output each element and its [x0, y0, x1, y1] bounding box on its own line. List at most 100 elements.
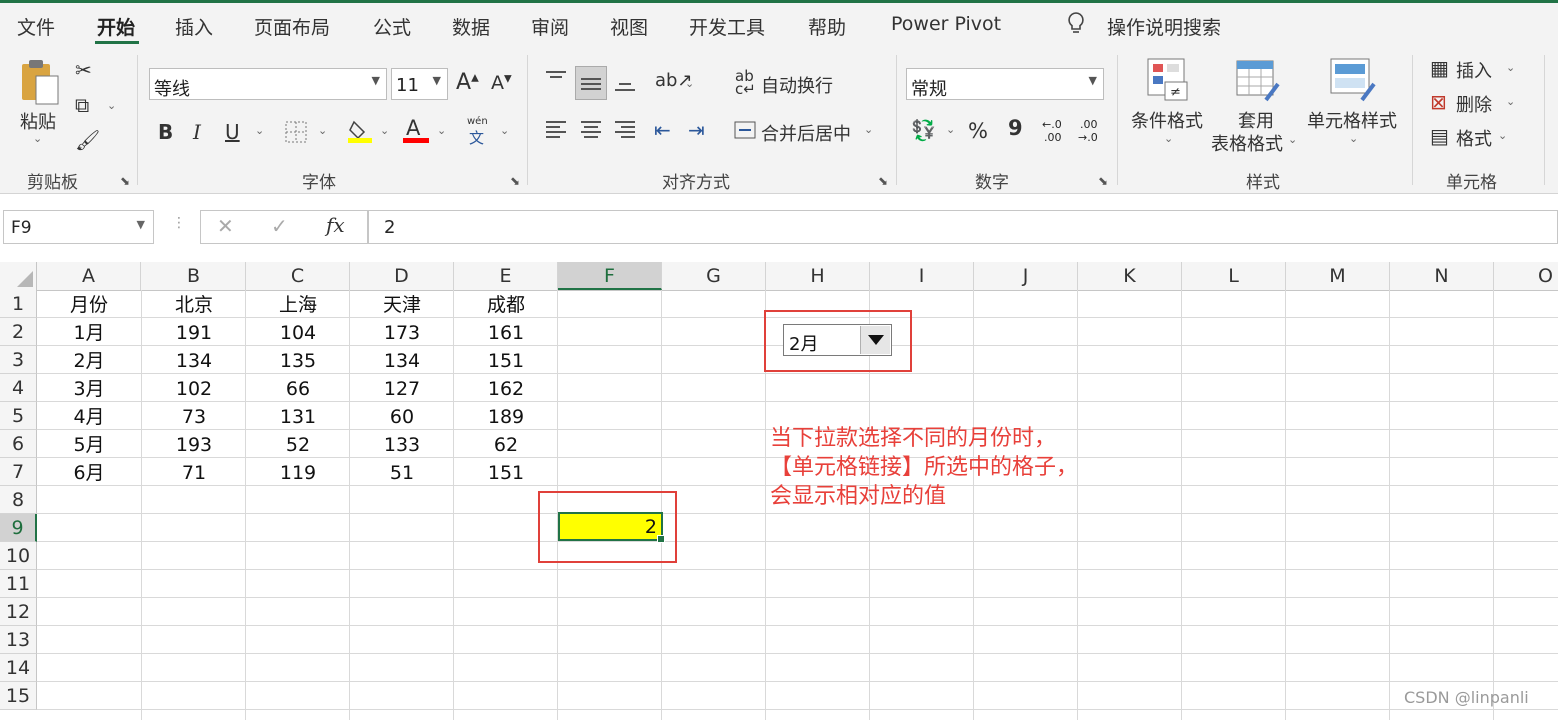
copy-icon[interactable]: ⧉ — [75, 95, 89, 115]
borders-icon[interactable] — [285, 121, 307, 146]
paste-chevron-down-icon[interactable]: ⌄ — [33, 133, 42, 144]
row-header[interactable]: 1 — [0, 290, 37, 318]
cut-icon[interactable]: ✂ — [75, 60, 92, 80]
tab-formulas[interactable]: 公式 — [373, 13, 411, 40]
table-cell[interactable]: 104 — [246, 318, 350, 346]
row-header[interactable]: 4 — [0, 374, 37, 402]
paste-icon[interactable] — [18, 58, 60, 109]
clipboard-launcher-icon[interactable]: ⬊ — [120, 174, 130, 188]
row-header[interactable]: 11 — [0, 570, 37, 598]
font-launcher-icon[interactable]: ⬊ — [510, 174, 520, 188]
insert-function-icon[interactable]: fx — [326, 215, 345, 235]
italic-button[interactable]: I — [193, 120, 201, 144]
row-header[interactable]: 8 — [0, 486, 37, 514]
currency-chevron-down-icon[interactable]: ⌄ — [946, 124, 955, 135]
column-header[interactable]: H — [766, 262, 870, 290]
format-cells-button[interactable]: 格式 — [1456, 125, 1492, 151]
merge-center-icon[interactable] — [734, 120, 756, 143]
table-cell[interactable]: 2月 — [37, 346, 141, 374]
cell-styles-button[interactable]: 单元格样式 — [1307, 107, 1397, 133]
font-size-select[interactable]: 11 ▼ — [391, 68, 448, 100]
table-header-cell[interactable]: 上海 — [246, 290, 350, 318]
table-cell[interactable]: 66 — [246, 374, 350, 402]
column-header[interactable]: K — [1078, 262, 1182, 290]
merge-chevron-down-icon[interactable]: ⌄ — [864, 124, 873, 135]
align-bottom-icon[interactable] — [614, 76, 636, 97]
format-table-chevron-down-icon[interactable]: ⌄ — [1288, 134, 1297, 145]
tell-me-search[interactable]: 操作说明搜索 — [1107, 13, 1221, 40]
wrap-text-icon[interactable]: ab c↵ — [735, 69, 756, 97]
align-top-icon[interactable] — [545, 70, 567, 91]
table-cell[interactable]: 133 — [350, 430, 454, 458]
row-header[interactable]: 6 — [0, 430, 37, 458]
table-cell[interactable]: 6月 — [37, 458, 141, 486]
column-header[interactable]: O — [1494, 262, 1558, 290]
tab-developer[interactable]: 开发工具 — [689, 13, 765, 40]
table-cell[interactable]: 127 — [350, 374, 454, 402]
column-header[interactable]: D — [350, 262, 454, 290]
enter-check-icon[interactable]: ✓ — [271, 216, 288, 236]
table-cell[interactable]: 151 — [454, 346, 558, 374]
underline-chevron-down-icon[interactable]: ⌄ — [255, 125, 264, 136]
format-as-table-icon[interactable] — [1236, 60, 1280, 107]
table-cell[interactable]: 62 — [454, 430, 558, 458]
table-cell[interactable]: 73 — [142, 402, 246, 430]
tab-home[interactable]: 开始 — [97, 13, 135, 40]
row-header[interactable]: 10 — [0, 542, 37, 570]
table-header-cell[interactable]: 北京 — [142, 290, 246, 318]
cancel-icon[interactable]: ✕ — [217, 216, 234, 236]
wrap-text-button[interactable]: 自动换行 — [761, 72, 833, 98]
tab-data[interactable]: 数据 — [452, 13, 490, 40]
month-combo-box[interactable]: 2月 — [783, 324, 892, 356]
table-cell[interactable]: 4月 — [37, 402, 141, 430]
column-header[interactable]: C — [246, 262, 350, 290]
table-cell[interactable]: 1月 — [37, 318, 141, 346]
decrease-decimal-button[interactable]: .00 →.0 — [1078, 118, 1108, 146]
select-all-button[interactable] — [0, 262, 37, 290]
cell-styles-chevron-down-icon[interactable]: ⌄ — [1349, 133, 1358, 144]
column-header[interactable]: F — [558, 262, 662, 290]
alignment-launcher-icon[interactable]: ⬊ — [878, 174, 888, 188]
row-header[interactable]: 2 — [0, 318, 37, 346]
row-header[interactable]: 5 — [0, 402, 37, 430]
table-cell[interactable]: 135 — [246, 346, 350, 374]
table-cell[interactable]: 52 — [246, 430, 350, 458]
tab-review[interactable]: 审阅 — [531, 13, 569, 40]
comma-style-button[interactable]: 9 — [1008, 116, 1023, 140]
conditional-formatting-icon[interactable]: ≠ — [1147, 58, 1189, 105]
column-header[interactable]: J — [974, 262, 1078, 290]
underline-button[interactable]: U — [225, 120, 240, 144]
table-cell[interactable]: 173 — [350, 318, 454, 346]
column-header[interactable]: B — [142, 262, 246, 290]
column-header[interactable]: N — [1390, 262, 1494, 290]
decrease-indent-icon[interactable]: ⇤ — [654, 120, 671, 140]
tab-insert[interactable]: 插入 — [175, 13, 213, 40]
insert-cells-button[interactable]: 插入 — [1456, 57, 1492, 83]
table-header-cell[interactable]: 天津 — [350, 290, 454, 318]
merge-center-button[interactable]: 合并后居中 — [761, 120, 851, 146]
delete-cells-button[interactable]: 删除 — [1456, 91, 1492, 117]
row-header[interactable]: 12 — [0, 598, 37, 626]
tab-help[interactable]: 帮助 — [808, 13, 846, 40]
tab-page-layout[interactable]: 页面布局 — [254, 13, 330, 40]
column-header[interactable]: L — [1182, 262, 1286, 290]
copy-chevron-down-icon[interactable]: ⌄ — [107, 100, 116, 111]
phonetic-guide-button[interactable]: wén 文 — [467, 116, 495, 147]
format-painter-icon[interactable]: 🖌 — [75, 130, 100, 150]
table-cell[interactable]: 51 — [350, 458, 454, 486]
table-cell[interactable]: 3月 — [37, 374, 141, 402]
table-cell[interactable]: 162 — [454, 374, 558, 402]
column-header[interactable]: A — [37, 262, 141, 290]
column-header[interactable]: M — [1286, 262, 1390, 290]
column-header[interactable]: I — [870, 262, 974, 290]
insert-cells-icon[interactable]: ▦ — [1430, 58, 1449, 78]
table-header-cell[interactable]: 成都 — [454, 290, 558, 318]
fill-color-icon[interactable] — [348, 118, 374, 147]
delete-cells-icon[interactable]: ⊠ — [1430, 92, 1447, 112]
table-cell[interactable]: 161 — [454, 318, 558, 346]
table-cell[interactable]: 119 — [246, 458, 350, 486]
name-box[interactable]: F9 ▼ — [3, 210, 154, 244]
table-cell[interactable]: 134 — [142, 346, 246, 374]
align-center-icon[interactable] — [580, 120, 602, 143]
font-color-button[interactable]: A — [403, 116, 429, 144]
